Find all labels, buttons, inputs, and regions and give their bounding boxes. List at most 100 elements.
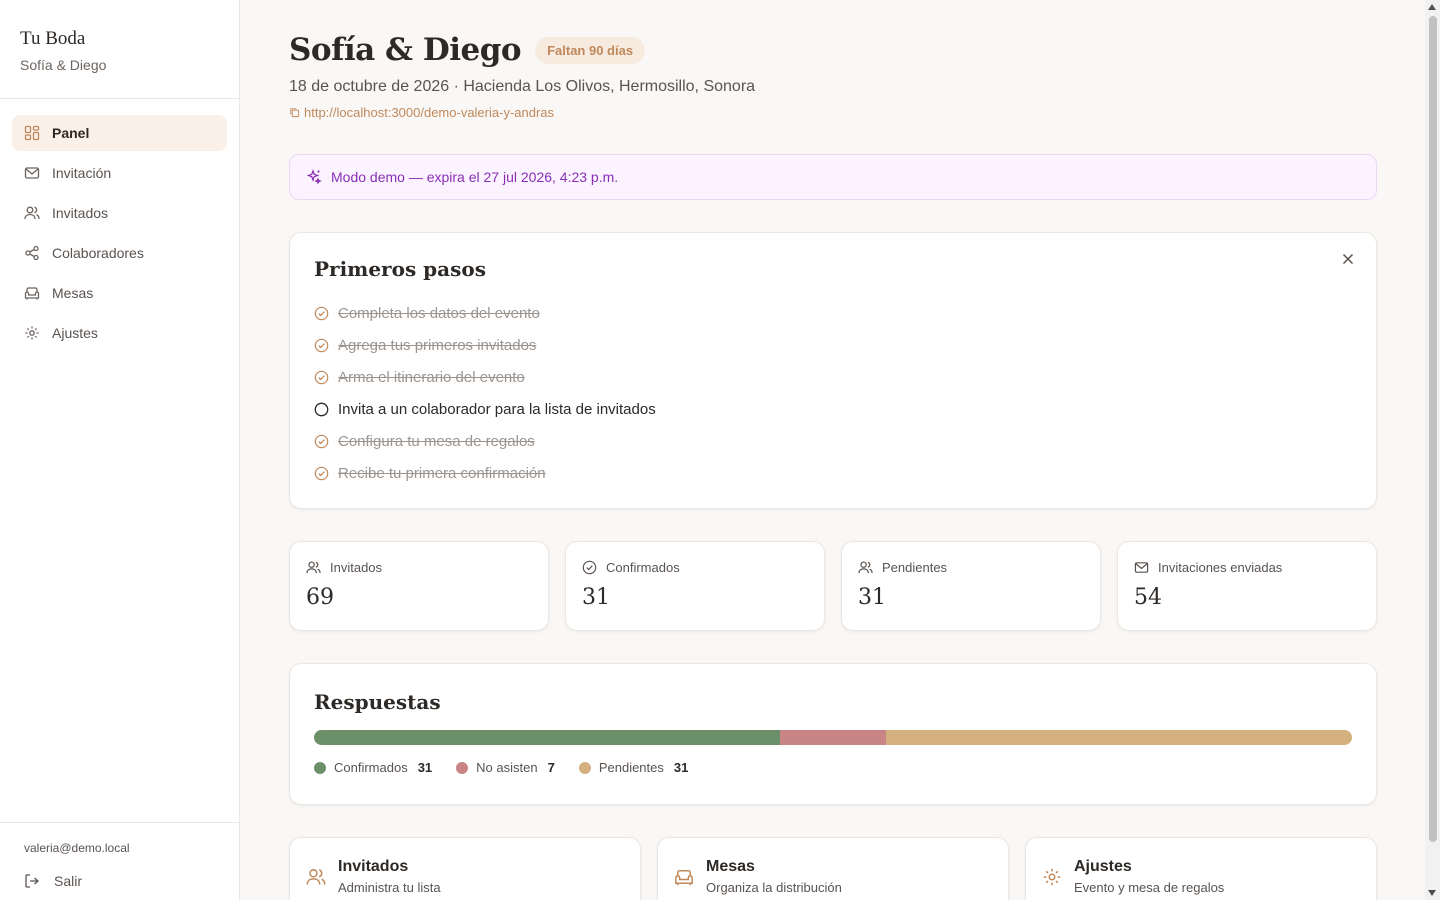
quick-links: Invitados Administra tu lista Mesas Orga… — [289, 837, 1377, 900]
step-item: Agrega tus primeros invitados — [314, 329, 1352, 361]
users-icon — [306, 869, 326, 885]
legend-dot-no-asisten — [456, 761, 469, 774]
quick-link-mesas[interactable]: Mesas Organiza la distribución — [657, 837, 1009, 900]
legend-dot-pendientes — [578, 761, 591, 774]
mail-icon — [24, 165, 40, 181]
event-link[interactable]: http://localhost:3000/demo-valeria-y-and… — [289, 105, 1377, 120]
stat-label: Invitados — [330, 560, 383, 575]
step-item: Recibe tu primera confirmación — [314, 457, 1352, 489]
quick-link-subtitle: Administra tu lista — [338, 880, 441, 895]
gear-icon — [24, 325, 40, 341]
main-content: Sofía & Diego Faltan 90 días 18 de octub… — [289, 0, 1377, 900]
stat-card-confirmados: Confirmados 31 — [565, 541, 825, 631]
scrollbar[interactable] — [1425, 0, 1440, 900]
quick-link-subtitle: Evento y mesa de regalos — [1074, 880, 1225, 895]
check-circle-icon — [314, 466, 329, 481]
step-item: Arma el itinerario del evento — [314, 361, 1352, 393]
share-icon — [24, 245, 40, 261]
close-icon[interactable] — [1340, 251, 1356, 267]
legend-dot-confirmados — [314, 761, 326, 774]
sidebar-item-label: Invitación — [52, 165, 112, 181]
step-label: Agrega tus primeros invitados — [338, 336, 537, 354]
legend-item: No asisten 7 — [456, 760, 555, 775]
logout-label: Salir — [54, 873, 83, 889]
sofa-icon — [24, 285, 40, 301]
user-email: valeria@demo.local — [24, 841, 130, 855]
sidebar-item-label: Invitados — [52, 205, 109, 221]
sidebar-item-invitacion[interactable]: Invitación — [12, 155, 227, 191]
logout-icon — [25, 874, 39, 888]
sidebar-item-colaboradores[interactable]: Colaboradores — [12, 235, 227, 271]
stat-value: 31 — [858, 585, 886, 610]
scroll-down-arrow[interactable] — [1428, 890, 1436, 896]
legend-count: 31 — [673, 760, 689, 775]
sidebar-footer: valeria@demo.local Salir — [0, 822, 239, 900]
responses-legend: Confirmados 31 No asisten 7 Pendientes 3… — [314, 760, 1352, 775]
quick-link-title: Ajustes — [1074, 858, 1132, 875]
stat-label: Pendientes — [882, 560, 948, 575]
empty-circle-icon — [314, 402, 329, 417]
check-circle-icon — [314, 306, 329, 321]
responses-bar — [314, 730, 1352, 745]
step-label: Recibe tu primera confirmación — [338, 464, 546, 482]
quick-link-title: Mesas — [706, 858, 755, 875]
sidebar-item-ajustes[interactable]: Ajustes — [12, 315, 227, 351]
quick-link-invitados[interactable]: Invitados Administra tu lista — [289, 837, 641, 900]
sidebar-item-panel[interactable]: Panel — [12, 115, 227, 151]
users-icon — [306, 561, 321, 574]
event-link-text: http://localhost:3000/demo-valeria-y-and… — [304, 105, 555, 120]
stat-value: 31 — [582, 585, 610, 610]
scroll-up-arrow[interactable] — [1428, 4, 1436, 10]
sidebar-item-label: Colaboradores — [52, 245, 144, 261]
check-circle-icon — [314, 434, 329, 449]
step-label: Completa los datos del evento — [338, 304, 540, 322]
page-title: Sofía & Diego — [289, 32, 522, 68]
responses-title: Respuestas — [314, 690, 441, 714]
sidebar-item-label: Panel — [52, 125, 90, 141]
event-details: 18 de octubre de 2026 · Hacienda Los Oli… — [289, 78, 756, 95]
getting-started-card: Primeros pasos Completa los datos del ev… — [289, 232, 1377, 509]
check-circle-icon — [314, 370, 329, 385]
logout-button[interactable]: Salir — [24, 873, 215, 889]
users-icon — [24, 205, 40, 221]
steps-list: Completa los datos del evento Agrega tus… — [314, 297, 1352, 489]
stat-card-pendientes: Pendientes 31 — [841, 541, 1101, 631]
legend-item: Confirmados 31 — [314, 760, 432, 775]
legend-label: Pendientes — [598, 760, 664, 775]
stat-label: Confirmados — [606, 560, 680, 575]
step-item: Completa los datos del evento — [314, 297, 1352, 329]
legend-label: No asisten — [476, 760, 538, 775]
scroll-thumb[interactable] — [1429, 16, 1437, 842]
sidebar-nav: Panel Invitación Invitados Colaboradores… — [0, 99, 239, 371]
check-circle-icon — [314, 338, 329, 353]
step-label: Invita a un colaborador para la lista de… — [338, 400, 656, 418]
step-item: Invita a un colaborador para la lista de… — [314, 393, 1352, 425]
gear-icon — [1043, 868, 1061, 886]
sidebar: Tu Boda Sofía & Diego Panel Invitación I… — [0, 0, 240, 900]
demo-banner: Modo demo — expira el 27 jul 2026, 4:23 … — [289, 154, 1377, 200]
getting-started-title: Primeros pasos — [314, 257, 486, 281]
stat-card-invitaciones: Invitaciones enviadas 54 — [1117, 541, 1377, 631]
demo-banner-text: Modo demo — expira el 27 jul 2026, 4:23 … — [331, 169, 619, 185]
sidebar-item-invitados[interactable]: Invitados — [12, 195, 227, 231]
stat-card-invitados: Invitados 69 — [289, 541, 549, 631]
responses-bar-segment — [314, 730, 781, 745]
legend-item: Pendientes 31 — [578, 760, 689, 775]
stat-label: Invitaciones enviadas — [1158, 560, 1283, 575]
step-label: Arma el itinerario del evento — [338, 368, 525, 386]
quick-link-ajustes[interactable]: Ajustes Evento y mesa de regalos — [1025, 837, 1377, 900]
responses-card: Respuestas Confirmados 31 No asisten 7 P… — [289, 663, 1377, 805]
users-icon — [858, 561, 873, 574]
brand-title: Tu Boda — [20, 28, 86, 49]
brand-subtitle: Sofía & Diego — [20, 57, 107, 73]
step-item: Configura tu mesa de regalos — [314, 425, 1352, 457]
stat-value: 69 — [306, 585, 334, 610]
sidebar-item-label: Mesas — [52, 285, 94, 301]
dashboard-icon — [24, 125, 40, 141]
step-label: Configura tu mesa de regalos — [338, 432, 535, 450]
sparkles-icon — [306, 169, 322, 185]
quick-link-title: Invitados — [338, 858, 409, 875]
responses-bar-segment — [885, 730, 1352, 745]
sidebar-item-mesas[interactable]: Mesas — [12, 275, 227, 311]
check-circle-icon — [582, 560, 597, 575]
